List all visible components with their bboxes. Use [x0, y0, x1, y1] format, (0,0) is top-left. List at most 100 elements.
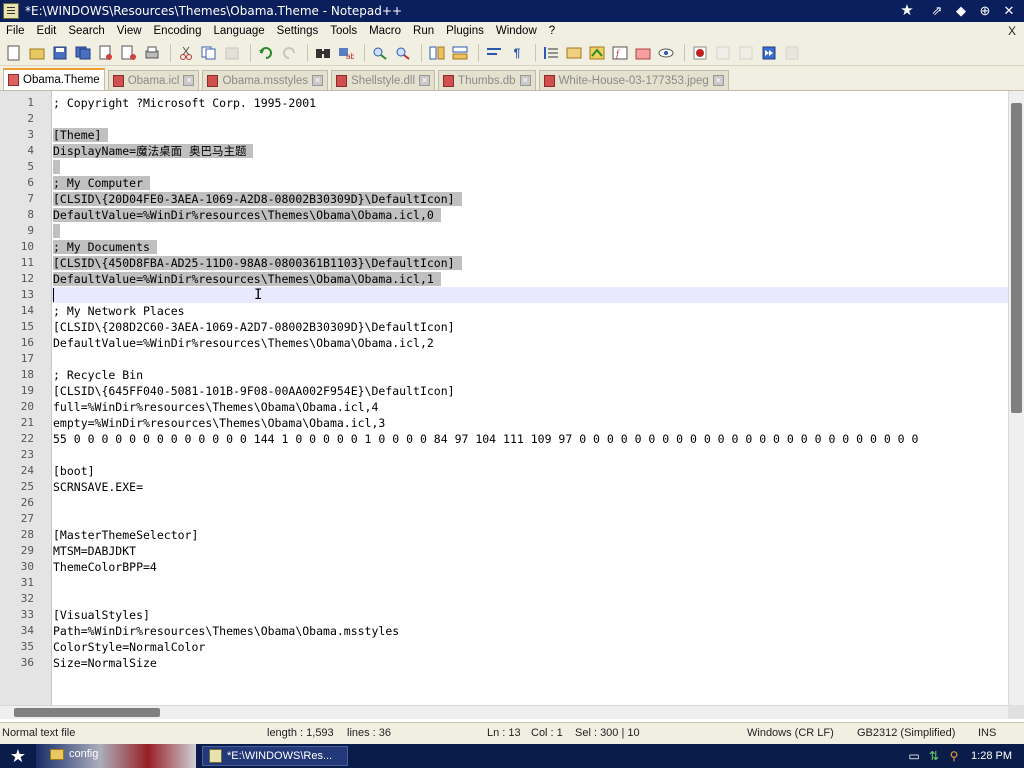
vertical-scroll-thumb[interactable] — [1011, 103, 1022, 413]
toolbar: ab ¶ f — [0, 40, 1024, 66]
code-line: [CLSID\{450D8FBA-AD25-11D0-98A8-0800361B… — [53, 256, 462, 270]
folder-workspace-icon[interactable] — [633, 44, 653, 62]
monitor-icon[interactable] — [656, 44, 676, 62]
function-list-icon[interactable]: f — [610, 44, 630, 62]
menu-file[interactable]: File — [0, 22, 31, 40]
status-insert-mode: INS — [978, 727, 997, 739]
network-icon[interactable]: ⇅ — [927, 749, 941, 763]
tab-obama-theme[interactable]: Obama.Theme ✕ — [3, 68, 105, 90]
code-line: DefaultValue=%WinDir%resources\Themes\Ob… — [53, 272, 441, 286]
horizontal-scrollbar[interactable] — [0, 705, 1008, 719]
tab-close-icon[interactable]: ✕ — [519, 75, 531, 86]
copy-icon[interactable] — [199, 44, 219, 62]
star-icon[interactable]: ★ — [898, 3, 916, 19]
save-icon[interactable] — [50, 44, 70, 62]
redo-icon[interactable] — [279, 44, 299, 62]
vertical-scrollbar[interactable] — [1008, 91, 1024, 705]
start-button[interactable]: ★ — [0, 744, 36, 768]
sync-vertical-icon[interactable] — [427, 44, 447, 62]
print-icon[interactable] — [142, 44, 162, 62]
close-document-button[interactable]: X — [1008, 24, 1016, 38]
menu-macro[interactable]: Macro — [363, 22, 407, 40]
clock[interactable]: 1:28 PM — [971, 750, 1012, 762]
keyboard-icon[interactable]: ▭ — [907, 749, 921, 763]
line-number: 13 — [20, 288, 34, 301]
modified-file-icon — [8, 74, 19, 86]
find-icon[interactable] — [313, 44, 333, 62]
menu-plugins[interactable]: Plugins — [440, 22, 490, 40]
menu-search[interactable]: Search — [62, 22, 110, 40]
line-number: 23 — [20, 448, 34, 461]
tab-close-icon[interactable]: ✕ — [183, 75, 195, 86]
save-all-icon[interactable] — [73, 44, 93, 62]
modified-file-icon — [543, 74, 555, 87]
doc-map-icon[interactable] — [587, 44, 607, 62]
tab-close-icon[interactable]: ✕ — [419, 75, 431, 86]
word-wrap-icon[interactable] — [484, 44, 504, 62]
replace-icon[interactable]: ab — [336, 44, 356, 62]
new-file-icon[interactable] — [4, 44, 24, 62]
menu-encoding[interactable]: Encoding — [148, 22, 208, 40]
toolbar-separator — [364, 43, 365, 62]
tab-white-house-jpeg[interactable]: White-House-03-177353.jpeg ✕ — [538, 70, 729, 90]
restore-button[interactable]: ◆ — [952, 3, 970, 19]
code-line: ColorStyle=NormalColor — [53, 640, 206, 654]
close-button[interactable]: ✕ — [1000, 3, 1018, 19]
zoom-in-icon[interactable] — [370, 44, 390, 62]
taskbar: ★ config *E:\WINDOWS\Res... ▭ ⇅ ⚲ 1:28 P… — [0, 744, 1024, 768]
menu-settings[interactable]: Settings — [271, 22, 325, 40]
code-line: SCRNSAVE.EXE= — [53, 480, 144, 494]
zoom-out-icon[interactable] — [393, 44, 413, 62]
maximize-button[interactable]: ⊕ — [976, 3, 994, 19]
tab-obama-msstyles[interactable]: Obama.msstyles ✕ — [202, 70, 329, 90]
title-bar: *E:\WINDOWS\Resources\Themes\Obama.Theme… — [0, 0, 1024, 22]
minimize-button[interactable]: ⇗ — [928, 3, 946, 19]
save-macro-icon[interactable] — [782, 44, 802, 62]
line-number: 4 — [27, 144, 34, 157]
run-macro-multiple-icon[interactable] — [759, 44, 779, 62]
cut-icon[interactable] — [176, 44, 196, 62]
line-number: 26 — [20, 496, 34, 509]
window-title: *E:\WINDOWS\Resources\Themes\Obama.Theme… — [25, 4, 402, 18]
close-all-icon[interactable] — [119, 44, 139, 62]
menu-tools[interactable]: Tools — [324, 22, 363, 40]
play-macro-icon[interactable] — [736, 44, 756, 62]
line-number: 29 — [20, 544, 34, 557]
status-eol: Windows (CR LF) — [747, 727, 834, 739]
open-file-icon[interactable] — [27, 44, 47, 62]
menu-view[interactable]: View — [111, 22, 148, 40]
tab-close-icon[interactable]: ✕ — [712, 75, 724, 86]
menu-language[interactable]: Language — [207, 22, 270, 40]
status-selection: Sel : 300 | 10 — [575, 727, 640, 739]
status-encoding: GB2312 (Simplified) — [857, 727, 956, 739]
line-number: 3 — [27, 128, 34, 141]
tab-shellstyle-dll[interactable]: Shellstyle.dll ✕ — [331, 70, 436, 90]
close-icon[interactable] — [96, 44, 116, 62]
tab-label: Obama.msstyles — [222, 74, 309, 87]
line-number: 5 — [27, 160, 34, 173]
tab-close-icon[interactable]: ✕ — [312, 75, 324, 86]
taskbar-notepad-window[interactable]: *E:\WINDOWS\Res... — [202, 746, 348, 766]
undo-icon[interactable] — [256, 44, 276, 62]
stop-macro-icon[interactable] — [713, 44, 733, 62]
tab-obama-icl[interactable]: Obama.icl ✕ — [107, 70, 200, 90]
line-number: 19 — [20, 384, 34, 397]
indent-guide-icon[interactable] — [541, 44, 561, 62]
show-all-chars-icon[interactable]: ¶ — [507, 44, 527, 62]
sync-horizontal-icon[interactable] — [450, 44, 470, 62]
search-icon[interactable]: ⚲ — [947, 749, 961, 763]
horizontal-scroll-thumb[interactable] — [14, 708, 160, 717]
menu-run[interactable]: Run — [407, 22, 440, 40]
text-area[interactable]: ; Copyright ?Microsoft Corp. 1995-2001 [T… — [52, 91, 1008, 705]
menu-help[interactable]: ? — [543, 22, 561, 40]
user-language-icon[interactable] — [564, 44, 584, 62]
taskbar-folder-item[interactable]: config — [50, 748, 98, 760]
record-macro-icon[interactable] — [690, 44, 710, 62]
line-number: 2 — [27, 112, 34, 125]
tab-thumbs-db[interactable]: Thumbs.db ✕ — [438, 70, 536, 90]
paste-icon[interactable] — [222, 44, 242, 62]
menu-window[interactable]: Window — [490, 22, 543, 40]
code-line: empty=%WinDir%resources\Themes\Obama\Oba… — [53, 416, 386, 430]
menu-edit[interactable]: Edit — [31, 22, 63, 40]
notepad-plus-plus-icon[interactable] — [3, 3, 19, 19]
